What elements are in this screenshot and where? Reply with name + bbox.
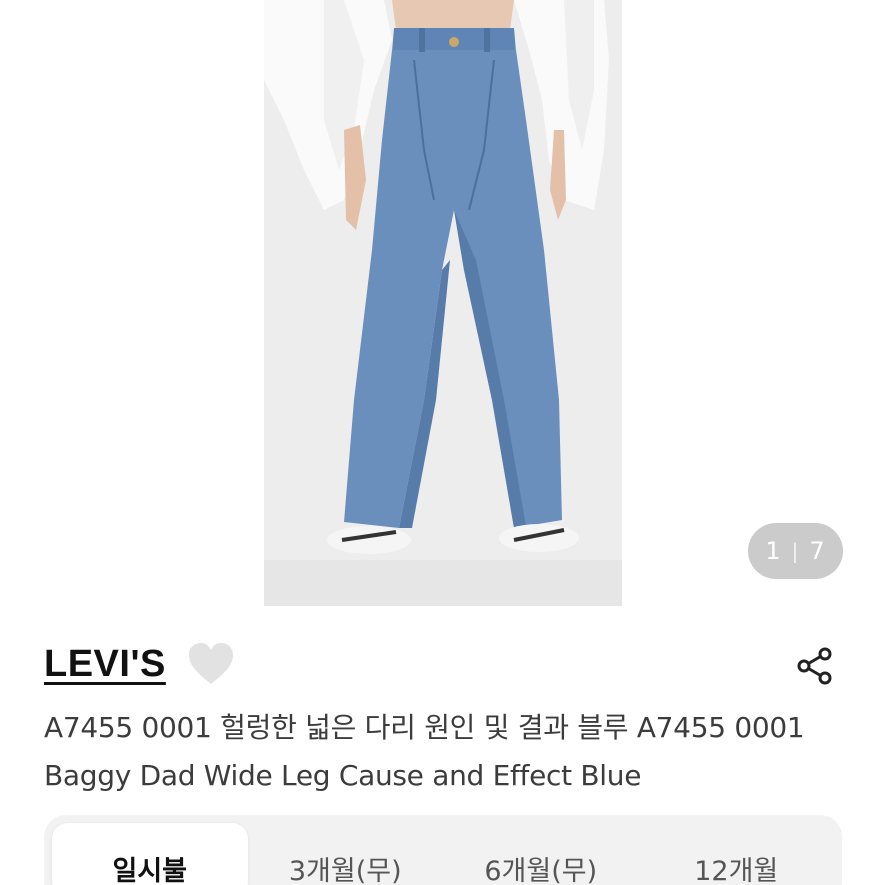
page-separator: | — [791, 539, 800, 563]
share-icon[interactable] — [793, 644, 837, 688]
product-image-gallery[interactable]: 1 | 7 — [0, 0, 885, 608]
tab-6-months[interactable]: 6개월(무) — [443, 823, 639, 885]
tab-lump-sum[interactable]: 일시불 — [52, 823, 248, 885]
installment-tabs: 일시불 3개월(무) 6개월(무) 12개월 — [44, 815, 842, 885]
image-page-counter: 1 | 7 — [748, 523, 843, 579]
product-title: A7455 0001 헐렁한 넓은 다리 원인 및 결과 블루 A7455 00… — [44, 711, 805, 792]
current-page: 1 — [765, 537, 782, 565]
total-pages: 7 — [809, 537, 826, 565]
heart-icon[interactable] — [186, 641, 236, 687]
product-photo[interactable] — [264, 0, 622, 606]
tab-12-months[interactable]: 12개월 — [639, 823, 835, 885]
tab-3-months[interactable]: 3개월(무) — [248, 823, 444, 885]
brand-link[interactable]: LEVI'S — [44, 643, 166, 686]
brand-row: LEVI'S — [44, 638, 236, 690]
